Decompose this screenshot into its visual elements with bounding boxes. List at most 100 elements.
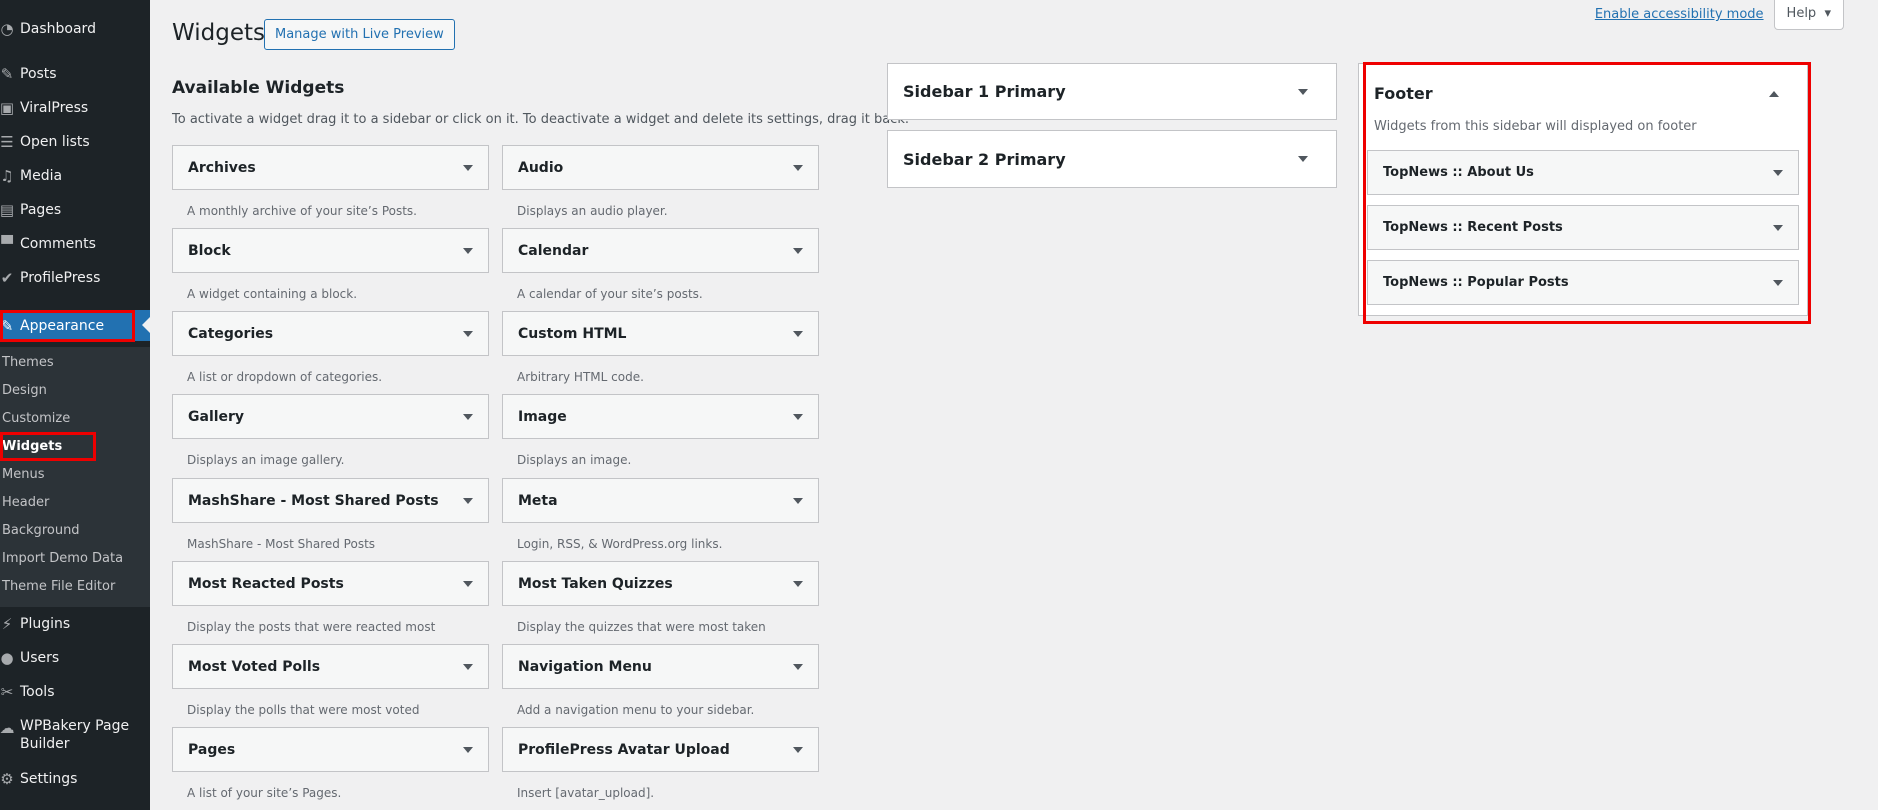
sidebar-header[interactable]: Sidebar 2 Primary — [888, 131, 1336, 187]
collapse-arrow-icon[interactable] — [1769, 90, 1779, 97]
wrench-icon: ✂ — [0, 683, 14, 701]
widget-header[interactable]: MashShare - Most Shared Posts — [172, 478, 489, 523]
menu-item-viralpress[interactable]: ▣ ViralPress — [0, 93, 150, 123]
widget-most-reacted-posts[interactable]: Most Reacted Posts Display the posts tha… — [172, 561, 489, 634]
expand-arrow-icon[interactable] — [793, 413, 803, 420]
widget-header[interactable]: Most Voted Polls — [172, 644, 489, 689]
widget-description: A monthly archive of your site’s Posts. — [187, 204, 417, 218]
widget-header[interactable]: Gallery — [172, 394, 489, 439]
submenu-import-demo-data[interactable]: Import Demo Data — [2, 551, 123, 566]
widget-header[interactable]: Navigation Menu — [502, 644, 819, 689]
widget-mashshare[interactable]: MashShare - Most Shared Posts MashShare … — [172, 478, 489, 551]
sidebar-2-primary[interactable]: Sidebar 2 Primary — [887, 130, 1337, 188]
widget-header[interactable]: Calendar — [502, 228, 819, 273]
widget-image[interactable]: Image Displays an image. — [502, 394, 819, 467]
sidebar-header[interactable]: Footer — [1359, 64, 1807, 119]
expand-arrow-icon[interactable] — [1773, 224, 1783, 231]
widget-most-voted-polls[interactable]: Most Voted Polls Display the polls that … — [172, 644, 489, 717]
expand-arrow-icon[interactable] — [793, 580, 803, 587]
menu-item-settings[interactable]: ⚙ Settings — [0, 764, 150, 794]
menu-item-open-lists[interactable]: ☰ Open lists — [0, 127, 150, 157]
expand-arrow-icon[interactable] — [463, 663, 473, 670]
menu-item-tools[interactable]: ✂ Tools — [0, 677, 150, 707]
submenu-theme-file-editor[interactable]: Theme File Editor — [2, 579, 115, 594]
expand-arrow-icon[interactable] — [1773, 279, 1783, 286]
widget-header[interactable]: Archives — [172, 145, 489, 190]
expand-arrow-icon[interactable] — [463, 746, 473, 753]
manage-live-preview-button[interactable]: Manage with Live Preview — [264, 19, 455, 50]
submenu-widgets[interactable]: Widgets — [2, 439, 62, 454]
widget-header[interactable]: Custom HTML — [502, 311, 819, 356]
menu-item-pages[interactable]: ▤ Pages — [0, 195, 150, 225]
widget-header[interactable]: Image — [502, 394, 819, 439]
menu-item-appearance[interactable]: ✎ Appearance — [0, 310, 150, 341]
menu-item-media[interactable]: ♫ Media — [0, 161, 150, 191]
wpbakery-label-line2: Builder — [20, 736, 70, 752]
widget-most-taken-quizzes[interactable]: Most Taken Quizzes Display the quizzes t… — [502, 561, 819, 634]
menu-item-profilepress[interactable]: ✔ ProfilePress — [0, 263, 150, 293]
submenu-customize[interactable]: Customize — [2, 411, 70, 426]
help-tab[interactable]: Help ▾ — [1773, 0, 1844, 30]
expand-arrow-icon[interactable] — [463, 497, 473, 504]
widget-gallery[interactable]: Gallery Displays an image gallery. — [172, 394, 489, 467]
expand-arrow-icon[interactable] — [793, 663, 803, 670]
widget-block[interactable]: Block A widget containing a block. — [172, 228, 489, 301]
menu-item-plugins[interactable]: ⚡ Plugins — [0, 609, 150, 639]
expand-arrow-icon[interactable] — [463, 580, 473, 587]
menu-item-posts[interactable]: ✎ Posts — [0, 59, 150, 89]
accessibility-mode-link[interactable]: Enable accessibility mode — [1595, 7, 1764, 22]
widget-header[interactable]: Audio — [502, 145, 819, 190]
widget-profilepress-avatar-upload[interactable]: ProfilePress Avatar Upload Insert [avata… — [502, 727, 819, 800]
widget-description: Display the posts that were reacted most — [187, 620, 436, 634]
menu-item-users[interactable]: ● Users — [0, 643, 150, 673]
submenu-background[interactable]: Background — [2, 523, 80, 538]
sidebar-1-primary[interactable]: Sidebar 1 Primary — [887, 63, 1337, 120]
widget-title: Categories — [188, 325, 274, 342]
expand-arrow-icon[interactable] — [793, 247, 803, 254]
expand-arrow-icon[interactable] — [463, 413, 473, 420]
menu-item-comments[interactable]: ▀ Comments — [0, 229, 150, 259]
sidebar-footer[interactable]: Footer Widgets from this sidebar will di… — [1358, 63, 1808, 316]
widget-categories[interactable]: Categories A list or dropdown of categor… — [172, 311, 489, 384]
widget-header[interactable]: Categories — [172, 311, 489, 356]
widget-header[interactable]: Block — [172, 228, 489, 273]
widget-meta[interactable]: Meta Login, RSS, & WordPress.org links. — [502, 478, 819, 551]
widget-navigation-menu[interactable]: Navigation Menu Add a navigation menu to… — [502, 644, 819, 717]
widget-header[interactable]: Most Taken Quizzes — [502, 561, 819, 606]
expand-arrow-icon[interactable] — [793, 330, 803, 337]
footer-widget-popular-posts[interactable]: TopNews :: Popular Posts — [1367, 260, 1799, 305]
sidebar-header[interactable]: Sidebar 1 Primary — [888, 64, 1336, 119]
expand-arrow-icon[interactable] — [793, 164, 803, 171]
widget-header[interactable]: Meta — [502, 478, 819, 523]
widget-description: Displays an audio player. — [517, 204, 668, 218]
frame-icon: ▣ — [0, 99, 15, 117]
submenu-design[interactable]: Design — [2, 383, 47, 398]
expand-arrow-icon[interactable] — [463, 247, 473, 254]
expand-arrow-icon[interactable] — [793, 746, 803, 753]
widget-header[interactable]: Most Reacted Posts — [172, 561, 489, 606]
widget-pages[interactable]: Pages A list of your site’s Pages. — [172, 727, 489, 800]
submenu-menus[interactable]: Menus — [2, 467, 44, 482]
widget-custom-html[interactable]: Custom HTML Arbitrary HTML code. — [502, 311, 819, 384]
expand-arrow-icon[interactable] — [1773, 169, 1783, 176]
footer-widget-recent-posts[interactable]: TopNews :: Recent Posts — [1367, 205, 1799, 250]
widget-header[interactable]: ProfilePress Avatar Upload — [502, 727, 819, 772]
submenu-header[interactable]: Header — [2, 495, 49, 510]
brush-icon: ✎ — [0, 316, 14, 335]
widget-archives[interactable]: Archives A monthly archive of your site’… — [172, 145, 489, 218]
menu-item-dashboard[interactable]: ◔ Dashboard — [0, 14, 150, 44]
footer-widget-about-us[interactable]: TopNews :: About Us — [1367, 150, 1799, 195]
menu-item-wpbakery[interactable]: ☁ WPBakery Page Builder — [0, 717, 150, 761]
widget-header[interactable]: Pages — [172, 727, 489, 772]
plug-icon: ⚡ — [1, 615, 13, 633]
submenu-themes[interactable]: Themes — [2, 355, 54, 370]
expand-arrow-icon[interactable] — [463, 330, 473, 337]
expand-arrow-icon[interactable] — [1298, 88, 1308, 95]
expand-arrow-icon[interactable] — [1298, 156, 1308, 162]
widget-title: Archives — [188, 159, 256, 176]
widget-calendar[interactable]: Calendar A calendar of your site’s posts… — [502, 228, 819, 301]
widget-audio[interactable]: Audio Displays an audio player. — [502, 145, 819, 218]
expand-arrow-icon[interactable] — [793, 497, 803, 504]
widget-title: ProfilePress Avatar Upload — [518, 741, 730, 758]
expand-arrow-icon[interactable] — [463, 164, 473, 171]
